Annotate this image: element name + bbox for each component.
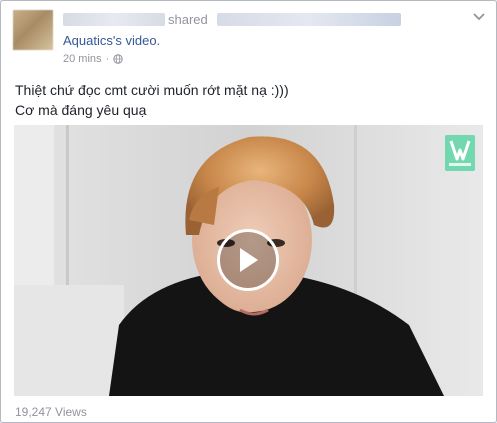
shared-video-post: shared Aquatics's video. 20 mins · Thiệt… bbox=[0, 0, 497, 423]
play-icon bbox=[240, 248, 258, 272]
video-attribution: Aquatics's video. bbox=[63, 33, 160, 48]
post-meta: 20 mins · bbox=[63, 53, 123, 65]
redacted-shared-target bbox=[217, 13, 401, 26]
timestamp[interactable]: 20 mins bbox=[63, 53, 102, 65]
globe-icon bbox=[113, 54, 123, 64]
video-suffix-link[interactable]: 's video. bbox=[113, 33, 160, 48]
vlive-logo bbox=[445, 135, 475, 171]
video-player[interactable] bbox=[14, 125, 483, 396]
caption-line-2: Cơ mà đáng yêu quạ bbox=[15, 102, 147, 118]
post-caption: Thiệt chứ đọc cmt cười muốn rớt mặt nạ :… bbox=[15, 80, 289, 120]
play-button[interactable] bbox=[217, 229, 279, 291]
caption-line-1: Thiệt chứ đọc cmt cười muốn rớt mặt nạ :… bbox=[15, 82, 289, 98]
dot-separator: · bbox=[105, 53, 110, 65]
shared-text: shared bbox=[168, 12, 208, 27]
avatar[interactable] bbox=[13, 10, 53, 50]
chevron-down-icon[interactable] bbox=[472, 12, 486, 22]
view-count: 19,247 Views bbox=[15, 405, 87, 419]
redacted-username bbox=[63, 13, 165, 26]
video-owner-link[interactable]: Aquatics bbox=[63, 33, 113, 48]
